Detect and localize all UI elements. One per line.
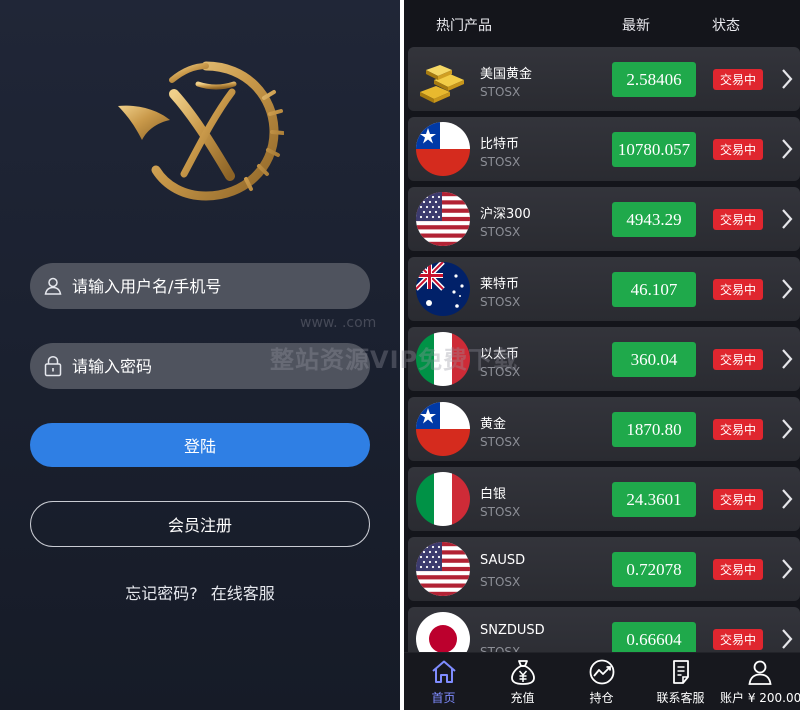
product-row[interactable]: 比特币 STOSX 10780.057 交易中 [408,117,800,181]
flag-chile-icon [416,402,470,456]
tab-label: 充值 [510,691,535,705]
price-badge: 4943.29 [612,202,696,237]
status-badge: 交易中 [713,559,763,580]
register-button[interactable]: 会员注册 [30,501,370,547]
tab-recharge[interactable]: 充值 [483,653,562,710]
price-badge: 360.04 [612,342,696,377]
tab-label: 账户 ¥ 200.00 [720,691,800,705]
chevron-right-icon [782,489,793,509]
product-row[interactable]: SAUSD STOSX 0.72078 交易中 [408,537,800,601]
product-name: 以太币 [480,347,520,362]
price-badge: 1870.80 [612,412,696,447]
forgot-password-link[interactable]: 忘记密码? [125,584,198,603]
tab-label: 首页 [431,691,456,705]
header-product: 热门产品 [436,18,492,34]
market-panel: 热门产品 最新 状态 美国黄金 STOSX 2.58406 交易中 比特币 ST… [404,0,800,710]
product-name: SAUSD [480,553,526,568]
chevron-right-icon [782,279,793,299]
chevron-right-icon [782,139,793,159]
price-badge: 2.58406 [612,62,696,97]
gold-bars-icon [416,52,470,106]
login-button[interactable]: 登陆 [30,423,370,467]
product-row[interactable]: 莱特币 STOSX 46.107 交易中 [408,257,800,321]
user-icon [748,660,772,685]
price-badge: 0.72078 [612,552,696,587]
username-input[interactable] [72,276,342,296]
money-bag-icon [511,660,535,685]
tab-account[interactable]: 账户 ¥ 200.00 [720,653,800,710]
product-code: STOSX [480,85,521,99]
tab-contact-service[interactable]: 联系客服 [641,653,720,710]
flag-italy-icon [416,332,470,386]
product-code: STOSX [480,155,521,169]
product-name: SNZDUSD [480,623,545,638]
status-badge: 交易中 [713,69,763,90]
product-code: STOSX [480,365,521,379]
product-name: 比特币 [480,137,520,152]
product-name: 黄金 [480,417,507,432]
chevron-right-icon [782,629,793,649]
product-name: 白银 [480,487,507,502]
product-name: 沪深300 [480,207,531,222]
tab-label: 联系客服 [656,691,705,705]
login-panel: 登陆 会员注册 忘记密码? 在线客服 [0,0,400,710]
price-badge: 10780.057 [612,132,696,167]
status-badge: 交易中 [713,629,763,650]
tab-positions[interactable]: 持仓 [562,653,641,710]
brand-logo [118,61,284,201]
tab-home[interactable]: 首页 [404,653,483,710]
product-code: STOSX [480,295,521,309]
product-row[interactable]: 沪深300 STOSX 4943.29 交易中 [408,187,800,251]
user-icon [42,275,64,297]
password-input[interactable] [72,356,342,376]
status-badge: 交易中 [713,419,763,440]
header-status: 状态 [712,18,740,34]
username-field[interactable] [30,263,370,309]
product-code: STOSX [480,505,521,519]
flag-usa-icon [416,192,470,246]
chart-icon [589,659,615,685]
price-badge: 24.3601 [612,482,696,517]
tab-label: 持仓 [589,691,614,705]
document-icon [673,660,689,684]
product-row[interactable]: 美国黄金 STOSX 2.58406 交易中 [408,47,800,111]
product-name: 美国黄金 [480,67,533,82]
market-header: 热门产品 最新 状态 [404,0,800,46]
flag-usa-icon [416,542,470,596]
password-field[interactable] [30,343,370,389]
status-badge: 交易中 [713,349,763,370]
flag-australia-icon [416,262,470,316]
product-code: STOSX [480,225,521,239]
chevron-right-icon [782,419,793,439]
bottom-tab-bar: 首页 充值 持仓 联系客服 账户 ¥ 200.00 [404,652,800,710]
flag-chile-icon [416,122,470,176]
header-latest: 最新 [622,18,650,34]
product-name: 莱特币 [480,277,520,292]
status-badge: 交易中 [713,489,763,510]
status-badge: 交易中 [713,139,763,160]
chevron-right-icon [782,209,793,229]
status-badge: 交易中 [713,209,763,230]
price-badge: 46.107 [612,272,696,307]
product-code: STOSX [480,435,521,449]
product-row[interactable]: 黄金 STOSX 1870.80 交易中 [408,397,800,461]
bottom-links: 忘记密码? 在线客服 [0,580,400,604]
product-row[interactable]: 以太币 STOSX 360.04 交易中 [408,327,800,391]
product-row[interactable]: 白银 STOSX 24.3601 交易中 [408,467,800,531]
home-icon [432,660,456,683]
chevron-right-icon [782,559,793,579]
chevron-right-icon [782,349,793,369]
flag-italy-icon [416,472,470,526]
chevron-right-icon [782,69,793,89]
online-service-link[interactable]: 在线客服 [211,584,275,603]
lock-icon [42,355,64,377]
product-code: STOSX [480,575,521,589]
status-badge: 交易中 [713,279,763,300]
